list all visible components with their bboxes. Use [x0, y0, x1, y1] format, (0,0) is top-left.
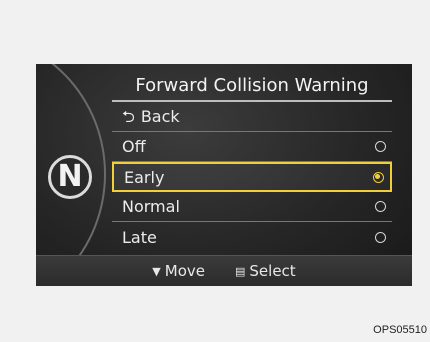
radio-button[interactable]: [375, 201, 386, 212]
menu-option-late[interactable]: Late: [112, 222, 392, 252]
move-label: Move: [164, 262, 205, 280]
settings-menu: Forward Collision Warning ⮌ Back Off Ear…: [112, 64, 392, 252]
gear-indicator: N: [48, 155, 92, 199]
menu-back-item[interactable]: ⮌ Back: [112, 102, 392, 132]
back-label-group: ⮌ Back: [122, 107, 180, 126]
radio-button[interactable]: [375, 231, 386, 243]
select-hint: ▤ Select: [235, 262, 296, 280]
menu-option-early[interactable]: Early: [112, 162, 392, 192]
radio-button[interactable]: [375, 141, 386, 152]
move-hint: ▼ Move: [152, 262, 205, 280]
menu-option-off[interactable]: Off: [112, 132, 392, 162]
select-label: Select: [249, 262, 296, 280]
option-label: Off: [122, 137, 146, 156]
option-label: Normal: [122, 197, 180, 216]
radio-button-checked[interactable]: [373, 171, 384, 183]
down-triangle-icon: ▼: [152, 264, 161, 278]
back-label: Back: [140, 107, 180, 126]
instrument-cluster-display: N Forward Collision Warning ⮌ Back Off E…: [36, 64, 412, 286]
control-hint-bar: ▼ Move ▤ Select: [36, 255, 412, 286]
menu-option-normal[interactable]: Normal: [112, 192, 392, 222]
steering-wheel-button-icon: ▤: [235, 264, 246, 278]
figure-code: OPS05510: [373, 324, 427, 336]
option-label: Early: [124, 167, 165, 187]
gear-indicator-label: N: [57, 159, 83, 194]
return-arrow-icon: ⮌: [122, 106, 135, 126]
option-label: Late: [122, 227, 157, 247]
menu-title: Forward Collision Warning: [112, 64, 392, 102]
